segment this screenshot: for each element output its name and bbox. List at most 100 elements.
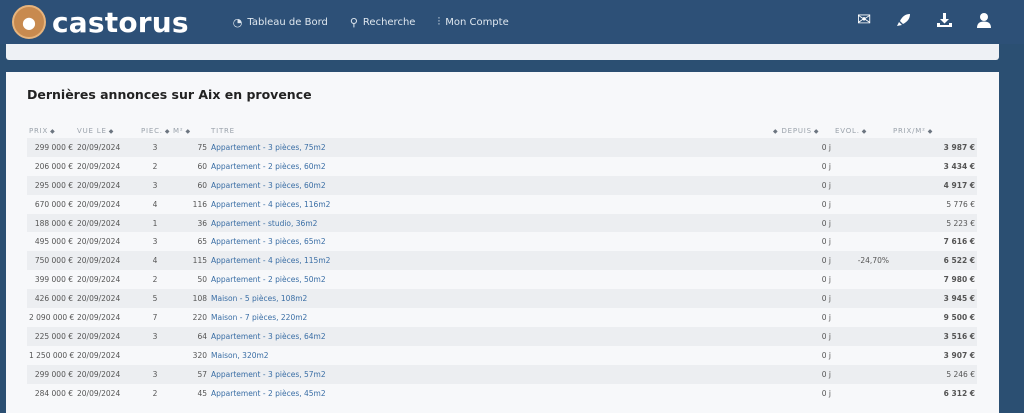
download-icon[interactable]	[934, 10, 954, 30]
table-row[interactable]: 399 000 €20/09/2024 2 50 Appartement - 2 pi…	[27, 270, 977, 290]
listing-title-link[interactable]: Maison - 5 pièces, 108m2	[211, 294, 307, 303]
listing-title-link[interactable]: Appartement - 4 pièces, 115m2	[211, 256, 330, 265]
listing-title-link[interactable]: Maison - 7 pièces, 220m2	[211, 313, 307, 322]
listings-panel: Dernières annonces sur Aix en provence P…	[6, 72, 999, 413]
cell-vue-le: 20/09/2024	[75, 364, 139, 384]
cell-vue-le: 20/09/2024	[75, 383, 139, 403]
cell-vue-le: 20/09/2024	[75, 289, 139, 309]
cell-prix-m2: 5 246 €	[891, 364, 977, 384]
cell-pieces: 3	[139, 364, 171, 384]
cell-prix: 495 000 €	[27, 232, 75, 252]
cell-titre: Appartement - 2 pièces, 60m2	[209, 156, 769, 176]
cell-pieces: 1	[139, 213, 171, 233]
cell-titre: Maison - 7 pièces, 220m2	[209, 308, 769, 327]
table-row[interactable]: 188 000 €20/09/2024 1 36 Appartement - stud…	[27, 213, 977, 233]
cell-m2: 64	[171, 326, 209, 346]
nav-link-mon-compte[interactable]: ⫶ Mon Compte	[437, 15, 508, 29]
sort-icon: ◆	[927, 128, 934, 135]
cell-pieces: 4	[139, 251, 171, 271]
cell-prix: 2 090 000 €	[27, 308, 75, 327]
cell-pieces: 2	[139, 156, 171, 176]
table-row[interactable]: 299 000 €20/09/2024 3 57 Appartement - 3 pi…	[27, 364, 977, 384]
table-row[interactable]: 2 090 000 €20/09/2024 7 220 Maison - 7 pièc…	[27, 308, 977, 327]
cell-prix: 426 000 €	[27, 289, 75, 309]
cell-evol	[833, 383, 891, 403]
cell-evol	[833, 270, 891, 290]
cell-m2: 60	[171, 156, 209, 176]
listing-title-link[interactable]: Maison, 320m2	[211, 351, 269, 360]
nav-link-label: Recherche	[362, 16, 416, 28]
table-row[interactable]: 225 000 €20/09/2024 3 64 Appartement - 3 pi…	[27, 326, 977, 346]
user-icon[interactable]	[974, 10, 994, 30]
col-header-m2[interactable]: M² ◆	[171, 124, 209, 138]
cell-prix-m2: 6 522 €	[891, 251, 977, 271]
nav-link-recherche[interactable]: ⚲ Recherche	[350, 16, 416, 29]
cell-vue-le: 20/09/2024	[75, 194, 139, 214]
listing-title-link[interactable]: Appartement - 3 pièces, 57m2	[211, 370, 326, 379]
col-header-evol[interactable]: EVOL. ◆	[833, 124, 891, 138]
cell-evol	[833, 156, 891, 176]
table-row[interactable]: 299 000 €20/09/2024 3 75 Appartement - 3 pi…	[27, 138, 977, 157]
listing-title-link[interactable]: Appartement - 3 pièces, 64m2	[211, 332, 326, 341]
table-row[interactable]: 284 000 €20/09/2024 2 45 Appartement - 2 pi…	[27, 383, 977, 403]
cell-titre: Appartement - 4 pièces, 116m2	[209, 194, 769, 214]
rocket-icon[interactable]	[894, 10, 914, 30]
cell-prix-m2: 6 312 €	[891, 383, 977, 403]
sort-icon: ◆	[185, 128, 191, 135]
cell-evol	[833, 364, 891, 384]
sort-icon: ◆	[861, 128, 868, 135]
col-header-vue-le[interactable]: VUE LE ◆	[75, 124, 139, 138]
cell-evol	[833, 326, 891, 346]
nav-link-tableau-de-bord[interactable]: ◔ Tableau de Bord	[233, 16, 328, 29]
cell-titre: Appartement - studio, 36m2	[209, 213, 769, 233]
sort-icon: ◆	[50, 128, 56, 135]
cell-depuis: 0 j	[769, 383, 833, 403]
top-navbar: ● castorus ◔ Tableau de Bord ⚲ Recherche…	[0, 0, 1024, 44]
cell-vue-le: 20/09/2024	[75, 213, 139, 233]
col-header-titre[interactable]: TITRE	[209, 124, 769, 138]
dashboard-icon: ◔	[232, 15, 243, 29]
cell-m2: 60	[171, 175, 209, 195]
right-edge	[999, 44, 1024, 413]
cell-prix: 225 000 €	[27, 326, 75, 346]
col-header-pieces[interactable]: PIEC. ◆	[139, 124, 171, 138]
cell-vue-le: 20/09/2024	[75, 270, 139, 290]
listing-title-link[interactable]: Appartement - 4 pièces, 116m2	[211, 200, 330, 209]
table-row[interactable]: 295 000 €20/09/2024 3 60 Appartement - 3 pi…	[27, 175, 977, 195]
cell-m2: 36	[171, 213, 209, 233]
listing-title-link[interactable]: Appartement - 3 pièces, 75m2	[211, 143, 326, 152]
listing-title-link[interactable]: Appartement - 2 pièces, 50m2	[211, 275, 326, 284]
cell-prix-m2: 3 516 €	[891, 326, 977, 346]
table-row[interactable]: 1 250 000 €20/09/2024 320 Maison, 320m2 0 j…	[27, 345, 977, 365]
table-row[interactable]: 750 000 €20/09/2024 4 115 Appartement - 4 p…	[27, 251, 977, 271]
table-row[interactable]: 206 000 €20/09/2024 2 60 Appartement - 2 pi…	[27, 156, 977, 176]
listing-title-link[interactable]: Appartement - 3 pièces, 65m2	[211, 237, 326, 246]
cell-prix: 750 000 €	[27, 251, 75, 271]
cell-prix-m2: 9 500 €	[891, 308, 977, 327]
cell-prix-m2: 7 616 €	[891, 232, 977, 252]
col-header-depuis[interactable]: ◆ DEPUIS ◆	[769, 124, 833, 138]
listing-title-link[interactable]: Appartement - studio, 36m2	[211, 219, 317, 228]
mail-icon[interactable]: ✉	[854, 10, 874, 30]
cell-prix: 399 000 €	[27, 270, 75, 290]
col-header-prix[interactable]: PRIX ◆	[27, 124, 75, 138]
cell-depuis: 0 j	[769, 251, 833, 271]
logo[interactable]: ● castorus	[12, 5, 189, 39]
cell-titre: Maison, 320m2	[209, 345, 769, 365]
cell-evol	[833, 194, 891, 214]
table-row[interactable]: 495 000 €20/09/2024 3 65 Appartement - 3 pi…	[27, 232, 977, 252]
cell-prix-m2: 3 945 €	[891, 289, 977, 309]
listing-title-link[interactable]: Appartement - 3 pièces, 60m2	[211, 181, 326, 190]
cell-m2: 116	[171, 194, 209, 214]
section-gap	[0, 60, 1024, 72]
table-row[interactable]: 426 000 €20/09/2024 5 108 Maison - 5 pièces…	[27, 289, 977, 309]
cell-evol	[833, 308, 891, 327]
cell-depuis: 0 j	[769, 194, 833, 214]
listing-title-link[interactable]: Appartement - 2 pièces, 45m2	[211, 389, 326, 398]
cell-evol	[833, 138, 891, 157]
listing-title-link[interactable]: Appartement - 2 pièces, 60m2	[211, 162, 326, 171]
col-header-prix-m2[interactable]: PRIX/M² ◆	[891, 124, 977, 138]
cell-m2: 108	[171, 289, 209, 309]
cell-m2: 320	[171, 345, 209, 365]
table-row[interactable]: 670 000 €20/09/2024 4 116 Appartement - 4 p…	[27, 194, 977, 214]
